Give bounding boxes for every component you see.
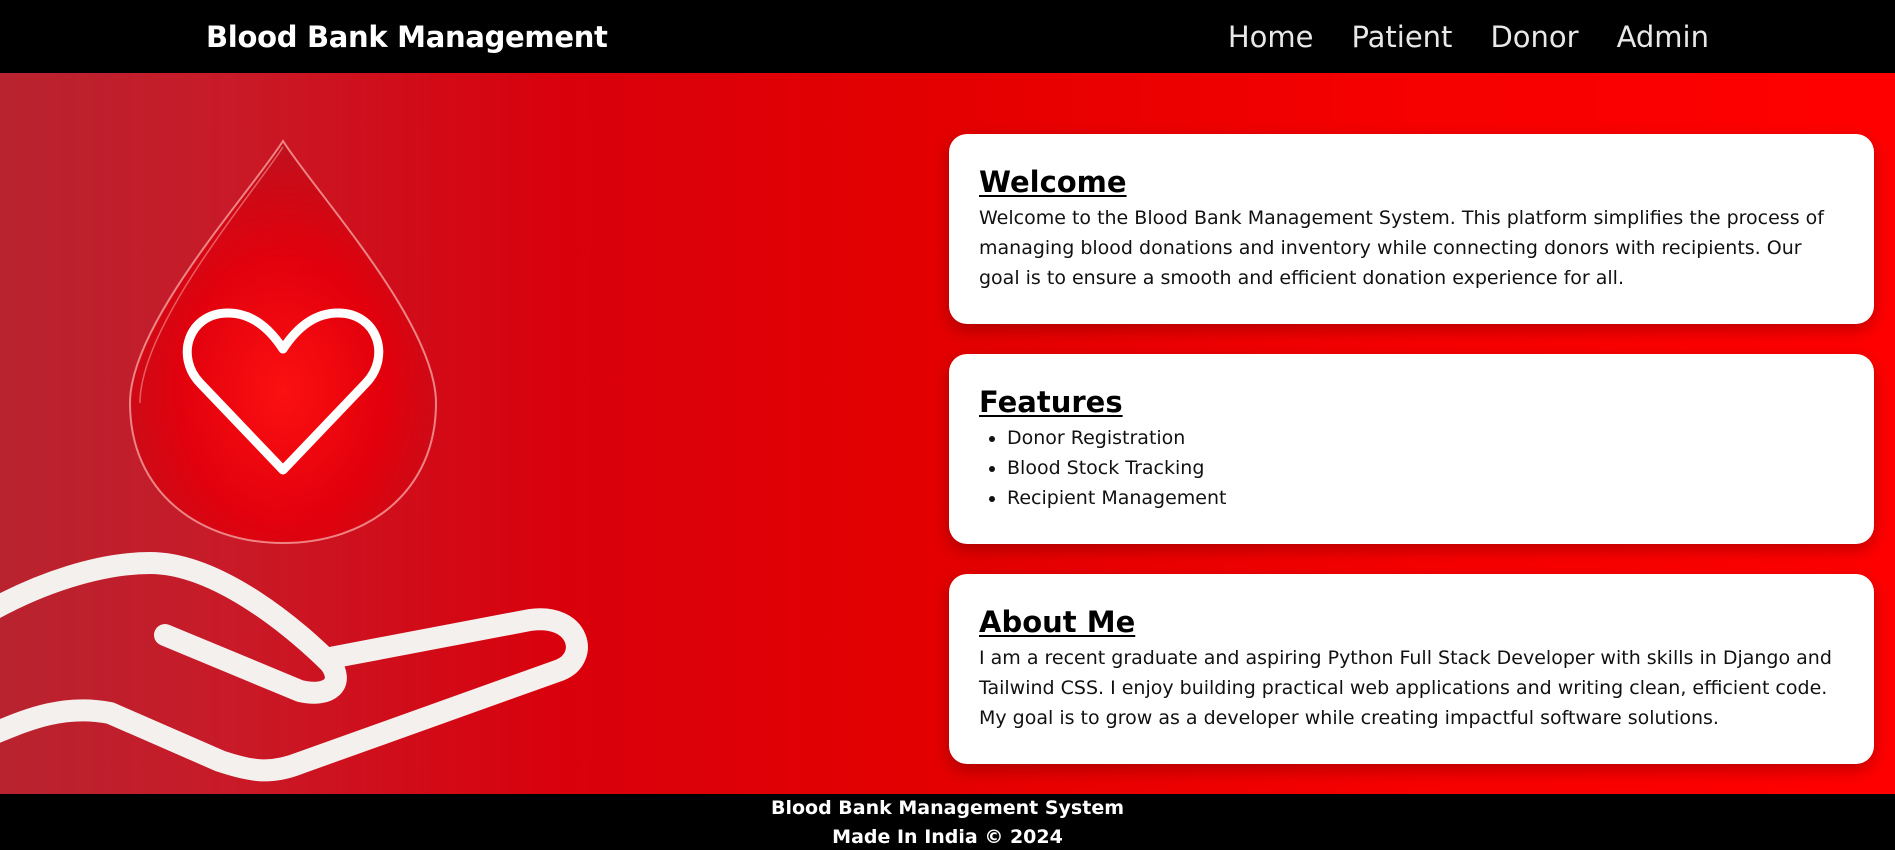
hand-icon: [0, 552, 588, 782]
about-card: About Me I am a recent graduate and aspi…: [949, 574, 1874, 764]
welcome-text: Welcome to the Blood Bank Management Sys…: [979, 207, 1824, 290]
nav-link-donor[interactable]: Donor: [1490, 20, 1578, 54]
nav-links: Home Patient Donor Admin: [1228, 0, 1709, 73]
nav-link-admin[interactable]: Admin: [1617, 20, 1709, 54]
hero-section: Welcome Welcome to the Blood Bank Manage…: [0, 73, 1895, 794]
brand-title[interactable]: Blood Bank Management: [206, 0, 608, 73]
features-card: Features Donor Registration Blood Stock …: [949, 354, 1874, 544]
nav-link-home[interactable]: Home: [1228, 20, 1314, 54]
nav-link-patient[interactable]: Patient: [1351, 20, 1452, 54]
footer: Blood Bank Management System Made In Ind…: [0, 794, 1895, 850]
features-list: Donor Registration Blood Stock Tracking …: [979, 423, 1844, 513]
footer-copyright: Made In India © 2024: [832, 826, 1063, 848]
feature-item-recipient-management: Recipient Management: [1007, 483, 1844, 513]
footer-title: Blood Bank Management System: [770, 797, 1124, 819]
feature-item-blood-stock-tracking: Blood Stock Tracking: [1007, 453, 1844, 483]
feature-item-donor-registration: Donor Registration: [1007, 423, 1844, 453]
features-title: Features: [979, 385, 1123, 419]
navbar: Blood Bank Management Home Patient Donor…: [0, 0, 1895, 73]
welcome-card: Welcome Welcome to the Blood Bank Manage…: [949, 134, 1874, 324]
about-title: About Me: [979, 605, 1136, 639]
blood-donation-illustration: [0, 139, 588, 782]
about-text: I am a recent graduate and aspiring Pyth…: [979, 647, 1832, 730]
welcome-title: Welcome: [979, 165, 1127, 199]
